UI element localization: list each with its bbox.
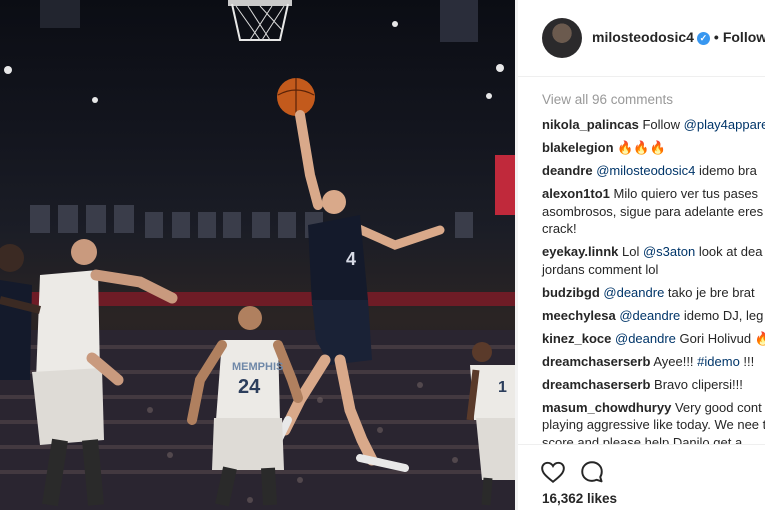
comment-item: deandre @milosteodosic4 idemo bra	[542, 162, 765, 180]
post-actions: 16,362 likes	[518, 444, 765, 510]
comment-username[interactable]: kinez_koce	[542, 331, 611, 346]
comment-username[interactable]: nikola_palincas	[542, 117, 639, 132]
comment-username[interactable]: masum_chowdhuryy	[542, 400, 671, 415]
comment-username[interactable]: eyekay.linnk	[542, 244, 618, 259]
comment-text: idemo DJ, leg	[680, 307, 764, 323]
jersey-number-4: 4	[346, 249, 356, 269]
comment-text: Gori Holivud 🔥	[675, 330, 765, 346]
comment-item: blakelegion 🔥🔥🔥	[542, 139, 765, 157]
comment-text: idemo bra	[695, 163, 757, 178]
post-author: milosteodosic4✓•Followin	[592, 29, 765, 45]
comment-username[interactable]: blakelegion	[542, 140, 614, 155]
comment-mention-link[interactable]: @deandre	[603, 285, 664, 300]
comment-mention-link[interactable]: @deandre	[615, 331, 676, 346]
post-photo[interactable]: 4 MEMPHIS 24 1	[0, 0, 518, 510]
username-link[interactable]: milosteodosic4	[592, 29, 694, 45]
comment-mention-link[interactable]: @deandre	[619, 308, 680, 323]
comment-username[interactable]: alexon1to1	[542, 186, 610, 201]
comment-username[interactable]: dreamchaserserb	[542, 354, 650, 369]
likes-count[interactable]: 16,362 likes	[542, 491, 617, 506]
comment-bubble-icon[interactable]	[579, 459, 605, 485]
basketball-game-image: 4 MEMPHIS 24 1	[0, 0, 518, 510]
comment-text: Lol	[622, 244, 643, 259]
post-header: milosteodosic4✓•Followin	[518, 0, 765, 77]
comment-mention-link[interactable]: #idemo	[697, 354, 740, 369]
jersey-number-24: 24	[238, 376, 261, 398]
comment-item: dreamchaserserb Ayee!!! #idemo !!!	[542, 353, 765, 371]
separator-dot: •	[713, 29, 719, 45]
comment-item: meechylesa @deandre idemo DJ, leg	[542, 307, 765, 325]
comment-item: nikola_palincas Follow @play4appare	[542, 116, 765, 134]
follow-button[interactable]: Followin	[723, 29, 765, 45]
comment-text: !!!	[739, 353, 755, 369]
comments-list: nikola_palincas Follow @play4appare blake…	[542, 116, 765, 457]
comment-text: Ayee!!!	[653, 353, 698, 369]
comment-mention-link[interactable]: @milosteodosic4	[596, 163, 695, 178]
comment-text: 🔥🔥🔥	[617, 140, 666, 155]
avatar[interactable]	[542, 18, 582, 58]
comment-username[interactable]: deandre	[542, 163, 593, 178]
comment-mention-link[interactable]: @play4appare	[684, 117, 765, 132]
post-sidebar: milosteodosic4✓•Followin View all 96 com…	[518, 0, 765, 510]
comment-text: Bravo clipersi!!!	[654, 376, 743, 392]
comment-username[interactable]: budzibgd	[542, 285, 600, 300]
view-all-comments-link[interactable]: View all 96 comments	[542, 92, 673, 107]
comment-item: eyekay.linnk Lol @s3aton look at dea jor…	[542, 243, 765, 278]
comment-item: budzibgd @deandre tako je bre brat	[542, 284, 765, 302]
jersey-number-1: 1	[498, 379, 507, 396]
comment-item: alexon1to1 Milo quiero ver tus pases aso…	[542, 185, 765, 238]
verified-badge-icon: ✓	[696, 32, 710, 45]
comment-username[interactable]: dreamchaserserb	[542, 377, 650, 392]
comment-text: tako je bre brat	[664, 284, 755, 300]
comment-mention-link[interactable]: @s3aton	[643, 244, 695, 259]
comment-item: kinez_koce @deandre Gori Holivud 🔥	[542, 330, 765, 348]
comment-text: Follow	[642, 117, 684, 132]
comment-username[interactable]: meechylesa	[542, 308, 616, 323]
heart-icon[interactable]	[540, 459, 566, 485]
comment-item: dreamchaserserb Bravo clipersi!!!	[542, 376, 765, 394]
jersey-team-memphis: MEMPHIS	[232, 361, 283, 373]
